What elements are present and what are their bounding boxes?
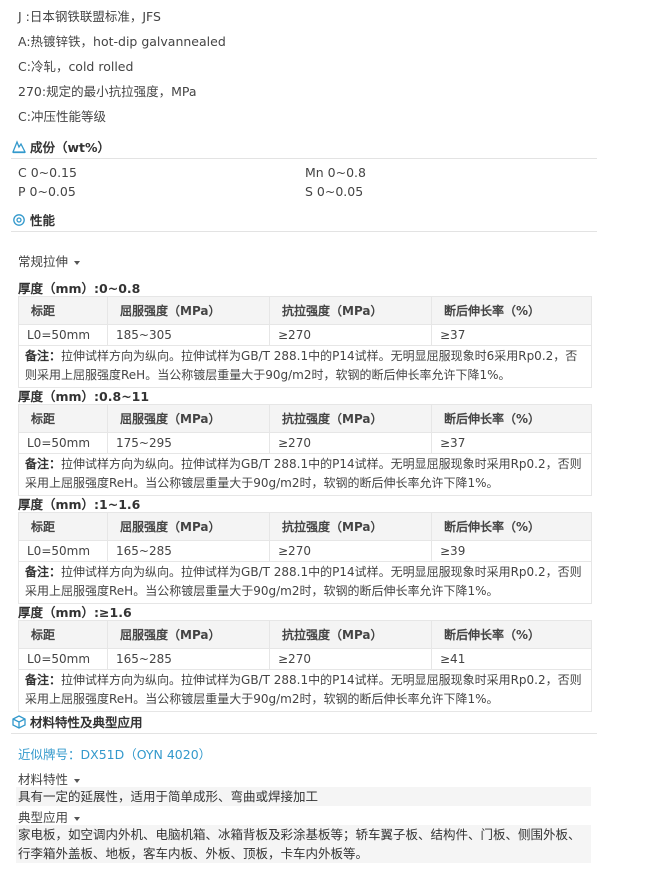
note-label: 备注： xyxy=(25,673,62,687)
note-text: 拉伸试样方向为纵向。拉伸试样为GB/T 288.1中的P14试样。无明显屈服现象… xyxy=(25,565,582,598)
table-note: 备注：拉伸试样方向为纵向。拉伸试样为GB/T 288.1中的P14试样。无明显屈… xyxy=(18,561,592,604)
composition-item: Mn 0~0.8 xyxy=(305,165,366,180)
col-header-yield: 屈服强度（MPa） xyxy=(107,404,270,433)
typical-usage-label: 典型应用 xyxy=(18,810,69,825)
table-row: L0=50mm 165~285 ≥270 ≥39 xyxy=(18,540,592,562)
designation-line: C:冲压性能等级 xyxy=(18,109,106,124)
caret-down-icon xyxy=(74,816,81,821)
table-note: 备注：拉伸试样方向为纵向。拉伸试样为GB/T 288.1中的P14试样。无明显屈… xyxy=(18,669,592,712)
caret-down-icon xyxy=(74,260,81,265)
col-header-gauge: 标距 xyxy=(18,296,108,325)
col-header-tensile: 抗拉强度（MPa） xyxy=(269,512,432,541)
note-label: 备注： xyxy=(25,457,62,471)
designation-line: 270:规定的最小抗拉强度，MPa xyxy=(18,84,197,99)
application-title: 材料特性及典型应用 xyxy=(30,715,143,730)
property-table: 标距 屈服强度（MPa） 抗拉强度（MPa） 断后伸长率（%） L0=50mm … xyxy=(18,620,592,712)
caret-down-icon xyxy=(74,778,81,783)
elongation-value: ≥39 xyxy=(431,540,592,562)
yield-value: 175~295 xyxy=(107,432,270,454)
thickness-label: 厚度（mm）:0.8~11 xyxy=(18,389,150,404)
col-header-gauge: 标距 xyxy=(18,404,108,433)
col-header-gauge: 标距 xyxy=(18,620,108,649)
note-text: 拉伸试样方向为纵向。拉伸试样为GB/T 288.1中的P14试样。无明显屈服现象… xyxy=(25,673,582,706)
designation-line: A:热镀锌铁，hot-dip galvannealed xyxy=(18,34,226,49)
note-label: 备注： xyxy=(25,349,62,363)
tensile-value: ≥270 xyxy=(269,648,432,670)
gauge-value: L0=50mm xyxy=(18,324,108,346)
elongation-value: ≥41 xyxy=(431,648,592,670)
elongation-value: ≥37 xyxy=(431,432,592,454)
elongation-value: ≥37 xyxy=(431,324,592,346)
similar-grade-link[interactable]: 近似牌号：DX51D（OYN 4020） xyxy=(18,744,211,763)
performance-section-header: 性能 xyxy=(11,209,597,232)
col-header-elongation: 断后伸长率（%） xyxy=(431,404,592,433)
note-text: 拉伸试样方向为纵向。拉伸试样为GB/T 288.1中的P14试样。无明显屈服现象… xyxy=(25,349,578,382)
col-header-tensile: 抗拉强度（MPa） xyxy=(269,404,432,433)
thickness-label: 厚度（mm）:1~1.6 xyxy=(18,497,141,512)
yield-value: 185~305 xyxy=(107,324,270,346)
col-header-yield: 屈服强度（MPa） xyxy=(107,620,270,649)
yield-value: 165~285 xyxy=(107,648,270,670)
note-label: 备注： xyxy=(25,565,62,579)
composition-title: 成份（wt%） xyxy=(30,140,111,155)
table-row: L0=50mm 165~285 ≥270 ≥41 xyxy=(18,648,592,670)
performance-title: 性能 xyxy=(30,213,56,228)
composition-icon xyxy=(12,140,26,154)
application-section-header: 材料特性及典型应用 xyxy=(11,711,597,734)
col-header-tensile: 抗拉强度（MPa） xyxy=(269,620,432,649)
test-type-dropdown[interactable]: 常规拉伸 xyxy=(18,251,81,270)
property-table: 标距 屈服强度（MPa） 抗拉强度（MPa） 断后伸长率（%） L0=50mm … xyxy=(18,404,592,496)
gauge-value: L0=50mm xyxy=(18,648,108,670)
composition-item: S 0~0.05 xyxy=(305,184,364,199)
note-text: 拉伸试样方向为纵向。拉伸试样为GB/T 288.1中的P14试样。无明显屈服现象… xyxy=(25,457,582,490)
yield-value: 165~285 xyxy=(107,540,270,562)
tensile-value: ≥270 xyxy=(269,540,432,562)
col-header-gauge: 标距 xyxy=(18,512,108,541)
composition-item: P 0~0.05 xyxy=(18,184,76,199)
col-header-elongation: 断后伸长率（%） xyxy=(431,512,592,541)
designation-line: J :日本钢铁联盟标准，JFS xyxy=(18,9,161,24)
gear-icon xyxy=(13,214,25,226)
property-table: 标距 屈服强度（MPa） 抗拉强度（MPa） 断后伸长率（%） L0=50mm … xyxy=(18,512,592,604)
col-header-tensile: 抗拉强度（MPa） xyxy=(269,296,432,325)
material-feature-dropdown[interactable]: 材料特性 xyxy=(18,769,81,788)
col-header-yield: 屈服强度（MPa） xyxy=(107,296,270,325)
composition-section-header: 成份（wt%） xyxy=(11,136,597,159)
gauge-value: L0=50mm xyxy=(18,540,108,562)
gauge-value: L0=50mm xyxy=(18,432,108,454)
typical-usage-dropdown[interactable]: 典型应用 xyxy=(18,807,81,826)
col-header-elongation: 断后伸长率（%） xyxy=(431,620,592,649)
typical-usage-text: 家电板，如空调内外机、电脑机箱、冰箱背板及彩涂基板等；轿车翼子板、结构件、门板、… xyxy=(16,825,591,863)
table-note: 备注：拉伸试样方向为纵向。拉伸试样为GB/T 288.1中的P14试样。无明显屈… xyxy=(18,345,592,388)
test-type-label: 常规拉伸 xyxy=(18,254,69,269)
col-header-yield: 屈服强度（MPa） xyxy=(107,512,270,541)
table-row: L0=50mm 185~305 ≥270 ≥37 xyxy=(18,324,592,346)
tensile-value: ≥270 xyxy=(269,324,432,346)
composition-item: C 0~0.15 xyxy=(18,165,77,180)
material-feature-label: 材料特性 xyxy=(18,772,69,787)
tensile-value: ≥270 xyxy=(269,432,432,454)
table-row: L0=50mm 175~295 ≥270 ≥37 xyxy=(18,432,592,454)
designation-line: C:冷轧，cold rolled xyxy=(18,59,134,74)
thickness-label: 厚度（mm）:≥1.6 xyxy=(18,605,132,620)
table-note: 备注：拉伸试样方向为纵向。拉伸试样为GB/T 288.1中的P14试样。无明显屈… xyxy=(18,453,592,496)
col-header-elongation: 断后伸长率（%） xyxy=(431,296,592,325)
property-table: 标距 屈服强度（MPa） 抗拉强度（MPa） 断后伸长率（%） L0=50mm … xyxy=(18,296,592,388)
cube-icon xyxy=(12,715,26,729)
material-feature-text: 具有一定的延展性，适用于简单成形、弯曲或焊接加工 xyxy=(16,787,591,806)
thickness-label: 厚度（mm）:0~0.8 xyxy=(18,281,141,296)
